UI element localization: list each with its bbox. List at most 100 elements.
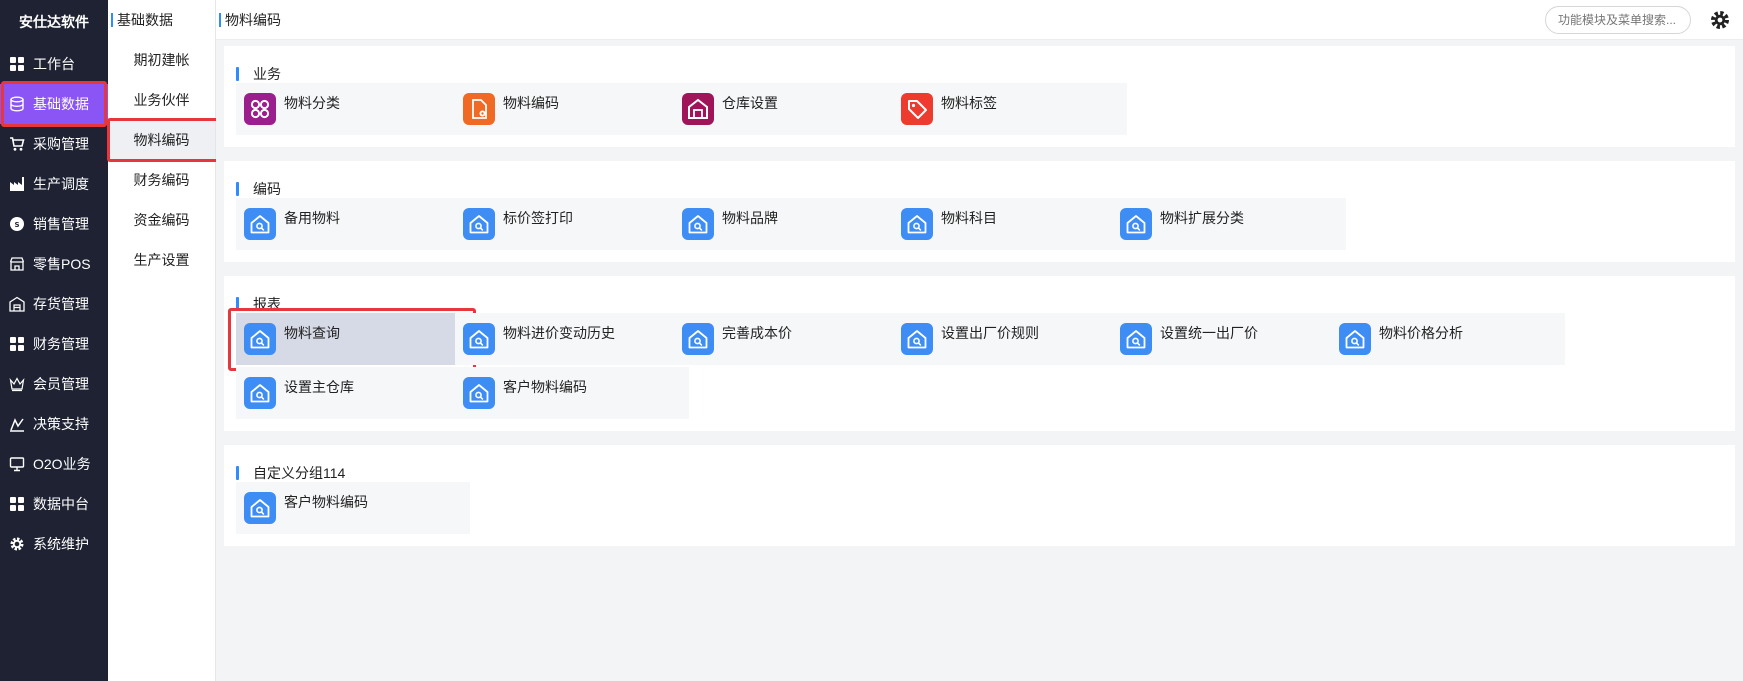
section-codes: 编码 备用物料 标价签打印 物料品牌 物料科目 物料扩展分类: [224, 161, 1735, 262]
accent-bar: [236, 466, 239, 480]
main-content: 业务 物料分类 物料编码 仓库设置 物料标签 编码 备用物料 标价签打印 物料品…: [216, 40, 1743, 681]
category-icon: [244, 93, 276, 125]
section-title-text: 编码: [253, 181, 281, 197]
svg-text:S: S: [14, 221, 19, 229]
sidebar-item-purchasing[interactable]: 采购管理: [0, 124, 108, 164]
sidebar-item-retail-pos[interactable]: 零售POS: [0, 244, 108, 284]
tile-customer-material-code[interactable]: 客户物料编码: [236, 482, 470, 534]
submenu-item-production-settings[interactable]: 生产设置: [108, 240, 215, 280]
tile-price-tag-print[interactable]: 标价签打印: [455, 198, 689, 250]
main-sidebar: 安仕达软件 工作台 基础数据 采购管理 生产调度 S 销售管理 零售POS 存货…: [0, 0, 108, 681]
sidebar-item-o2o[interactable]: O2O业务: [0, 444, 108, 484]
database-icon: [9, 96, 25, 112]
tile-material-code[interactable]: 物料编码: [455, 83, 689, 135]
tile-material-extended-category[interactable]: 物料扩展分类: [1112, 198, 1346, 250]
tile-material-query[interactable]: 物料查询: [228, 308, 476, 371]
search-input[interactable]: [1545, 6, 1691, 34]
section-title-text: 业务: [253, 66, 281, 82]
sidebar-item-basic-data[interactable]: 基础数据: [0, 81, 108, 127]
accent-bar: [236, 67, 239, 81]
submenu-item-material-codes[interactable]: 物料编码: [107, 118, 224, 162]
tile-label: 物料进价变动历史: [503, 325, 615, 341]
submenu-item-fund-codes[interactable]: 资金编码: [108, 200, 215, 240]
tile-label: 设置出厂价规则: [941, 325, 1039, 341]
section-reports: 报表 物料查询 物料进价变动历史 完善成本价 设置出厂价规则 设置统一出厂价 物…: [224, 276, 1735, 431]
top-header: 物料编码: [216, 0, 1743, 40]
sales-icon: S: [9, 216, 25, 232]
tile-label: 设置主仓库: [284, 379, 354, 395]
tile-label: 客户物料编码: [503, 379, 587, 395]
secondary-menu: 基础数据 期初建帐 业务伙伴 物料编码 财务编码 资金编码 生产设置: [107, 0, 224, 681]
section-title: 编码: [236, 179, 281, 199]
tile-label: 物料标签: [941, 95, 997, 111]
tile-label: 备用物料: [284, 210, 340, 226]
home-search-icon: [244, 208, 276, 240]
tile-label: 物料编码: [503, 95, 559, 111]
submenu-item-business-partners[interactable]: 业务伙伴: [108, 80, 215, 120]
tile-customer-material-code[interactable]: 客户物料编码: [455, 367, 689, 419]
sidebar-item-label: 财务管理: [33, 336, 89, 352]
tile-set-main-warehouse[interactable]: 设置主仓库: [236, 367, 470, 419]
breadcrumb: 物料编码: [225, 11, 281, 28]
document-gear-icon: [463, 93, 495, 125]
section-title-text: 自定义分组114: [253, 465, 346, 481]
accent-bar: [219, 12, 221, 27]
section-title: 业务: [236, 64, 281, 84]
submenu-item-opening-accounts[interactable]: 期初建帐: [108, 40, 215, 80]
tile-label: 物料价格分析: [1379, 325, 1463, 341]
tile-label: 标价签打印: [503, 210, 573, 226]
home-search-icon: [901, 208, 933, 240]
tile-material-category[interactable]: 物料分类: [236, 83, 470, 135]
tile-label: 设置统一出厂价: [1160, 325, 1258, 341]
grid-icon: [9, 336, 25, 352]
tile-label: 物料品牌: [722, 210, 778, 226]
accent-bar: [236, 182, 239, 196]
home-search-icon: [463, 208, 495, 240]
sidebar-item-production[interactable]: 生产调度: [0, 164, 108, 204]
grid-icon: [9, 496, 25, 512]
home-search-icon: [244, 377, 276, 409]
sidebar-item-system[interactable]: 系统维护: [0, 524, 108, 564]
submenu-title: 基础数据: [117, 12, 173, 28]
home-search-icon: [901, 323, 933, 355]
monitor-icon: [9, 456, 25, 472]
tile-label: 客户物料编码: [284, 494, 368, 510]
tile-warehouse-settings[interactable]: 仓库设置: [674, 83, 908, 135]
tile-material-tag[interactable]: 物料标签: [893, 83, 1127, 135]
sidebar-item-members[interactable]: 会员管理: [0, 364, 108, 404]
sidebar-item-data-center[interactable]: 数据中台: [0, 484, 108, 524]
tile-unified-factory-price[interactable]: 设置统一出厂价: [1112, 313, 1346, 365]
accent-bar: [111, 13, 113, 27]
sidebar-item-label: 采购管理: [33, 136, 89, 152]
sidebar-nav: 工作台 基础数据 采购管理 生产调度 S 销售管理 零售POS 存货管理 财务管: [0, 44, 108, 564]
settings-gear-icon[interactable]: [1709, 9, 1731, 31]
sidebar-item-inventory[interactable]: 存货管理: [0, 284, 108, 324]
home-search-icon: [244, 492, 276, 524]
submenu-item-finance-codes[interactable]: 财务编码: [108, 160, 215, 200]
chart-icon: [9, 416, 25, 432]
tile-spare-material[interactable]: 备用物料: [236, 198, 470, 250]
sidebar-item-workbench[interactable]: 工作台: [0, 44, 108, 84]
tile-material-account[interactable]: 物料科目: [893, 198, 1127, 250]
sidebar-item-label: 系统维护: [33, 536, 89, 552]
tile-factory-price-rules[interactable]: 设置出厂价规则: [893, 313, 1127, 365]
sidebar-item-label: 零售POS: [33, 256, 91, 272]
sidebar-item-finance[interactable]: 财务管理: [0, 324, 108, 364]
tile-material-price-analysis[interactable]: 物料价格分析: [1331, 313, 1565, 365]
tile-purchase-price-history[interactable]: 物料进价变动历史: [455, 313, 689, 365]
home-search-icon: [1339, 323, 1371, 355]
home-search-icon: [682, 208, 714, 240]
section-business: 业务 物料分类 物料编码 仓库设置 物料标签: [224, 46, 1735, 147]
brand-logo-text: 安仕达软件: [19, 14, 89, 30]
home-search-icon: [1120, 208, 1152, 240]
tile-material-brand[interactable]: 物料品牌: [674, 198, 908, 250]
home-search-icon: [682, 323, 714, 355]
tile-label: 物料查询: [284, 325, 340, 341]
home-search-icon: [244, 323, 276, 355]
tile-complete-cost-price[interactable]: 完善成本价: [674, 313, 908, 365]
sidebar-item-sales[interactable]: S 销售管理: [0, 204, 108, 244]
sidebar-item-decision-support[interactable]: 决策支持: [0, 404, 108, 444]
sidebar-item-label: 存货管理: [33, 296, 89, 312]
tile-label: 物料扩展分类: [1160, 210, 1244, 226]
gear-icon: [9, 536, 25, 552]
